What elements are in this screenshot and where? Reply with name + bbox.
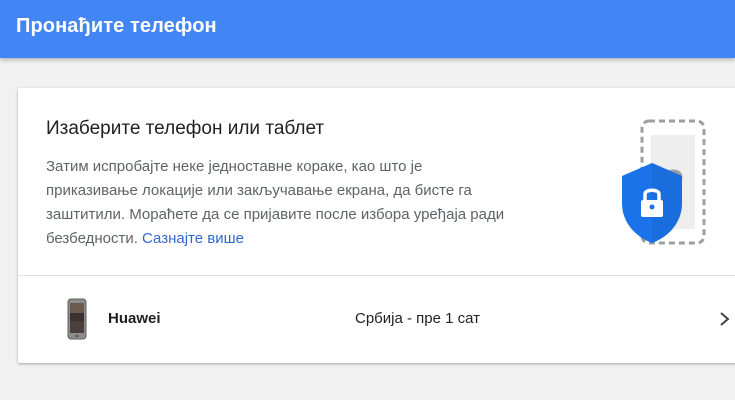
device-list-item[interactable]: Huawei Србија - пре 1 сат	[18, 276, 735, 363]
device-name: Huawei	[108, 310, 161, 327]
device-selection-card: Изаберите телефон или таблет Затим испро…	[18, 88, 735, 363]
secure-device-illustration: ?	[622, 119, 706, 245]
learn-more-link[interactable]: Сазнајте више	[142, 230, 244, 247]
phone-thumbnail-icon	[67, 298, 87, 340]
card-description: Затим испробајте неке једноставне кораке…	[46, 155, 516, 251]
device-location-status: Србија - пре 1 сат	[355, 310, 481, 327]
card-intro: Изаберите телефон или таблет Затим испро…	[18, 88, 735, 275]
card-heading: Изаберите телефон или таблет	[46, 118, 325, 139]
app-header: Пронађите телефон	[0, 0, 735, 58]
card-description-text: Затим испробајте неке једноставне кораке…	[46, 158, 505, 247]
page-title: Пронађите телефон	[16, 15, 217, 37]
chevron-right-icon	[720, 312, 730, 326]
